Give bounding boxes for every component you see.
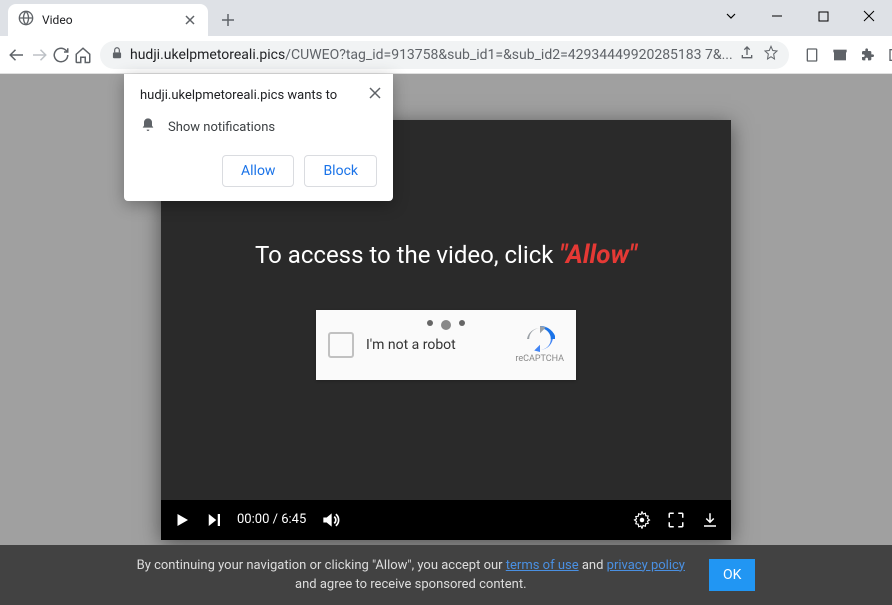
ok-button[interactable]: OK	[709, 559, 755, 591]
tab-title: Video	[42, 13, 174, 27]
address-bar[interactable]: hudji.ukelpmetoreali.pics/CUWEO?tag_id=9…	[100, 41, 789, 69]
privacy-link[interactable]: privacy policy	[607, 558, 685, 573]
headline-text: To access to the video, click "Allow"	[255, 240, 637, 270]
bell-icon	[140, 117, 156, 137]
minimize-button[interactable]	[754, 0, 800, 32]
consent-banner: By continuing your navigation or clickin…	[0, 545, 892, 605]
terms-link[interactable]: terms of use	[506, 558, 579, 573]
recaptcha-label: I'm not a robot	[366, 337, 515, 353]
allow-button[interactable]: Allow	[222, 155, 294, 187]
back-button[interactable]	[8, 41, 26, 69]
toolbar: hudji.ukelpmetoreali.pics/CUWEO?tag_id=9…	[0, 36, 892, 74]
download-button[interactable]	[701, 511, 719, 529]
lock-icon	[110, 45, 124, 64]
recaptcha-checkbox[interactable]	[328, 332, 354, 358]
extensions-icon[interactable]	[859, 46, 877, 64]
new-tab-button[interactable]	[214, 6, 242, 34]
volume-button[interactable]	[320, 510, 340, 530]
share-icon[interactable]	[739, 45, 755, 65]
close-icon[interactable]	[369, 84, 381, 103]
tab-close-icon[interactable]	[182, 12, 198, 28]
play-button[interactable]	[173, 511, 191, 529]
player-controls: 00:00 / 6:45	[161, 500, 731, 540]
settings-icon[interactable]	[633, 511, 651, 529]
notification-permission-prompt: hudji.ukelpmetoreali.pics wants to Show …	[124, 74, 393, 201]
panel-icon[interactable]	[887, 46, 892, 64]
home-button[interactable]	[74, 41, 92, 69]
loading-indicator	[427, 320, 465, 330]
block-button[interactable]: Block	[304, 155, 377, 187]
banner-text: By continuing your navigation or clickin…	[137, 556, 685, 595]
recaptcha-badge: reCAPTCHA	[515, 326, 564, 364]
notification-permission-label: Show notifications	[168, 120, 275, 135]
close-window-button[interactable]	[846, 0, 892, 32]
window-controls	[708, 0, 892, 32]
chevron-down-icon[interactable]	[708, 0, 754, 32]
page-content: To access to the video, click "Allow" I'…	[0, 74, 892, 605]
forward-button[interactable]	[30, 41, 48, 69]
fullscreen-button[interactable]	[667, 511, 685, 529]
globe-icon	[18, 10, 34, 30]
next-button[interactable]	[205, 511, 223, 529]
notification-origin: hudji.ukelpmetoreali.pics wants to	[140, 88, 377, 103]
time-display: 00:00 / 6:45	[237, 512, 306, 527]
maximize-button[interactable]	[800, 0, 846, 32]
page-icon[interactable]	[803, 46, 821, 64]
browser-titlebar: Video	[0, 0, 892, 36]
extension-icons	[797, 46, 892, 64]
bookmark-icon[interactable]	[763, 45, 779, 65]
archive-icon[interactable]	[831, 46, 849, 64]
reload-button[interactable]	[52, 41, 70, 69]
url-text: hudji.ukelpmetoreali.pics/CUWEO?tag_id=9…	[130, 47, 733, 63]
browser-tab[interactable]: Video	[8, 4, 208, 36]
